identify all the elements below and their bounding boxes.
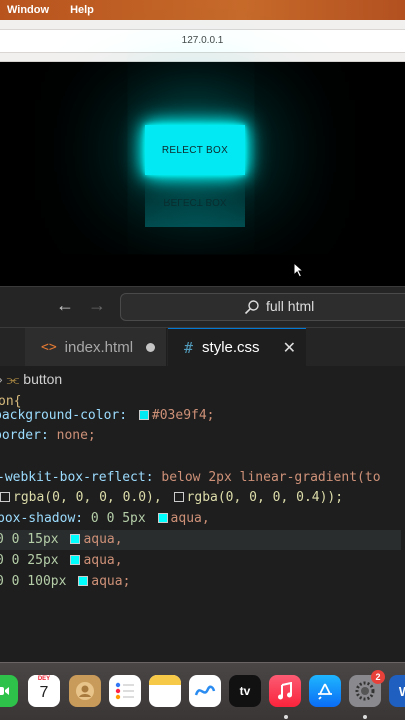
running-indicator <box>284 715 288 719</box>
breadcrumb: › ⫘ button <box>0 366 405 392</box>
code-line: box-shadow: 0 0 5px aqua, <box>0 511 210 526</box>
menu-bar: Window Help <box>0 0 405 20</box>
forward-arrow-icon[interactable]: → <box>88 295 106 316</box>
code-line: rgba(0, 0, 0, 0.0), rgba(0, 0, 0, 0.4)); <box>0 488 343 508</box>
freeform-icon[interactable] <box>189 675 221 707</box>
tab-index-html[interactable]: <> index.html <box>25 328 167 366</box>
notification-badge: 2 <box>371 670 385 684</box>
word-icon[interactable]: W <box>389 675 405 707</box>
calendar-day: 7 <box>39 684 49 701</box>
notes-icon[interactable] <box>149 675 181 707</box>
menu-help[interactable]: Help <box>70 4 94 16</box>
calendar-month: DEY <box>28 675 60 683</box>
code-line: 0 0 100px aqua; <box>0 574 131 589</box>
search-icon <box>244 300 259 315</box>
mouse-cursor-icon <box>293 262 305 278</box>
system-settings-icon[interactable]: 2 <box>349 670 385 707</box>
reminders-icon[interactable] <box>109 675 141 707</box>
color-swatch[interactable] <box>70 555 81 565</box>
command-center[interactable] <box>120 293 405 321</box>
color-swatch[interactable] <box>70 534 81 544</box>
code-editor[interactable]: on{ background-color: #03e9f4; border: n… <box>0 392 405 660</box>
contacts-icon[interactable] <box>69 675 101 707</box>
browser-toolbar: 127.0.0.1 <box>0 20 405 62</box>
app-store-icon[interactable] <box>309 675 341 707</box>
code-line: 0 0 25px aqua, <box>0 553 123 568</box>
code-line: -webkit-box-reflect: below 2px linear-gr… <box>0 470 381 485</box>
chevron-right-icon: › <box>0 371 3 387</box>
calendar-icon[interactable]: DEY 7 <box>28 675 60 707</box>
appletv-label: tv <box>239 684 251 698</box>
editor-tabs: <> index.html # style.css ✕ <box>0 328 405 366</box>
url-text[interactable]: 127.0.0.1 <box>0 35 405 46</box>
code-line-current: 0 0 15px aqua, <box>0 530 401 550</box>
back-arrow-icon[interactable]: ← <box>56 295 74 316</box>
color-swatch[interactable] <box>173 492 184 502</box>
code-line: background-color: #03e9f4; <box>0 408 215 423</box>
appletv-icon[interactable]: tv <box>229 675 261 707</box>
color-swatch[interactable] <box>0 492 10 502</box>
reflect-box-label: RELECT BOX <box>161 144 229 156</box>
symbol-icon: ⫘ <box>6 370 20 387</box>
reflect-box-reflection: RELECT BOX <box>145 177 245 227</box>
command-center-text[interactable]: full html <box>266 298 314 314</box>
unsaved-dot-icon[interactable] <box>146 343 155 352</box>
color-swatch[interactable] <box>138 410 149 420</box>
menu-window[interactable]: Window <box>7 4 49 16</box>
tab-label: style.css <box>202 339 260 356</box>
facetime-icon[interactable] <box>0 675 18 707</box>
dock: DEY 7 tv 2 W <box>0 662 405 720</box>
tab-label: index.html <box>64 338 134 356</box>
html-file-icon: <> <box>41 339 57 355</box>
running-indicator <box>363 715 367 719</box>
reflect-box-button[interactable]: RELECT BOX <box>145 125 245 175</box>
code-line: border: none; <box>0 428 96 443</box>
music-icon[interactable] <box>269 675 301 707</box>
color-swatch[interactable] <box>157 513 168 523</box>
page-preview: RELECT BOX RELECT BOX <box>0 62 405 286</box>
close-icon[interactable]: ✕ <box>283 338 296 358</box>
color-swatch[interactable] <box>78 576 89 586</box>
editor-title-bar: ← → full html <box>0 286 405 328</box>
css-file-icon: # <box>184 338 194 357</box>
breadcrumb-symbol[interactable]: button <box>23 371 62 387</box>
reflection-label: RELECT BOX <box>163 196 227 208</box>
tab-style-css[interactable]: # style.css ✕ <box>168 328 306 366</box>
